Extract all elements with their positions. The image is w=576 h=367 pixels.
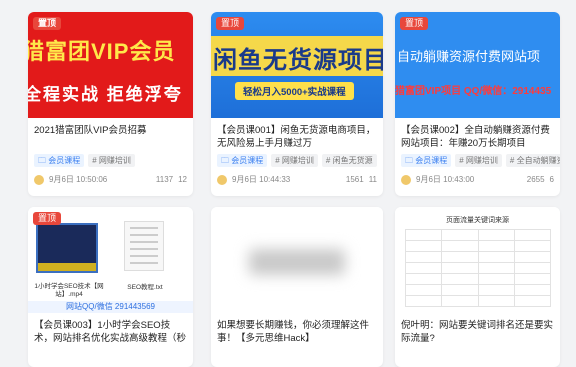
text-file-name: SEO教程.txt (127, 284, 163, 291)
article-title[interactable]: 【会员课001】闲鱼无货源电商项目，无风险易上手月赚过万 (211, 118, 383, 150)
table-title: 页面流量关键词来源 (446, 217, 509, 224)
pinned-badge: 置顶 (33, 212, 62, 225)
pinned-badge: 置顶 (216, 17, 245, 30)
article-title[interactable]: 【会员课003】1小时学会SEO技术，网站排名优化实战高级教程（秒杀市面... (28, 313, 193, 345)
tag-list: 🗀 会员课程 # 网赚培训 (28, 150, 193, 167)
folder-icon: 🗀 (405, 156, 416, 165)
tag[interactable]: # 闲鱼无货源 (321, 154, 377, 167)
article-meta: 9月6日 10:50:06 1137 12 (28, 167, 193, 185)
article-thumbnail[interactable]: 置顶 猎富团VIP会员 全程实战 拒绝浮夸 (28, 12, 193, 118)
article-card[interactable]: 如果想要长期赚钱，你必须理解这件事！【多元思维Hack】 (211, 207, 383, 367)
thumbnail-subline: 轻松月入5000+实战课程 (235, 82, 354, 100)
keyword-table (404, 229, 552, 307)
pinned-badge: 置顶 (400, 17, 429, 30)
post-date: 9月6日 10:44:33 (232, 175, 291, 184)
category-tag[interactable]: 🗀 会员课程 (401, 154, 452, 167)
article-card[interactable]: 置顶 1小时学会SEO技术【网站】.mp4 SEO教程.txt 网站QQ/微信 … (28, 207, 193, 367)
article-thumbnail[interactable]: 页面流量关键词来源 (395, 207, 560, 313)
category-tag[interactable]: 🗀 会员课程 (34, 154, 85, 167)
contact-banner: 网站QQ/微信 291443569 (28, 301, 193, 313)
thumbnail-headline: 自动躺赚资源付费网站项 (397, 49, 541, 64)
view-count: 1137 (155, 175, 174, 184)
article-thumbnail[interactable]: 置顶 1小时学会SEO技术【网站】.mp4 SEO教程.txt 网站QQ/微信 … (28, 207, 193, 313)
article-thumbnail[interactable] (211, 207, 383, 313)
view-count: 1561 (345, 175, 364, 184)
thumbnail-subline: 猎富团VIP项目 QQ/微信：2914435 (395, 86, 552, 97)
avatar[interactable] (34, 174, 44, 185)
tag[interactable]: # 网赚培训 (88, 154, 135, 167)
article-title[interactable]: 倪叶明：网站要关键词排名还是要实际流量? (395, 313, 560, 345)
article-title[interactable]: 如果想要长期赚钱，你必须理解这件事！【多元思维Hack】 (211, 313, 383, 345)
avatar[interactable] (401, 174, 411, 185)
pinned-badge: 置顶 (33, 17, 62, 30)
article-card[interactable]: 置顶 闲鱼无货源项目 轻松月入5000+实战课程 【会员课001】闲鱼无货源电商… (211, 12, 383, 196)
comment-count: 12 (178, 175, 187, 184)
thumbnail-headline: 闲鱼无货源项目 (213, 47, 383, 74)
post-date: 9月6日 10:50:06 (49, 175, 108, 184)
category-tag[interactable]: 🗀 会员课程 (217, 154, 268, 167)
folder-icon: 🗀 (221, 156, 232, 165)
tag-list: 🗀 会员课程 # 网赚培训 # 闲鱼无货源 (211, 150, 383, 167)
thumbnail-subline: 全程实战 拒绝浮夸 (28, 85, 183, 104)
article-meta: 9月6日 10:44:33 1561 11 (211, 167, 383, 185)
tag[interactable]: # 网赚培训 (455, 154, 502, 167)
text-file-icon (124, 221, 164, 271)
tag[interactable]: # 全自动躺赚资源 (505, 154, 560, 167)
article-meta: 9月6日 10:43:00 2655 6 (395, 167, 560, 185)
article-grid: 置顶 猎富团VIP会员 全程实战 拒绝浮夸 2021猎富团队VIP会员招募 🗀 … (0, 0, 576, 367)
article-card[interactable]: 置顶 自动躺赚资源付费网站项 猎富团VIP项目 QQ/微信：2914435 【会… (395, 12, 560, 196)
blurred-image (249, 249, 345, 275)
article-title[interactable]: 【会员课002】全自动躺赚资源付费网站项目：年赚20万长期项目 (395, 118, 560, 150)
article-thumbnail[interactable]: 置顶 自动躺赚资源付费网站项 猎富团VIP项目 QQ/微信：2914435 (395, 12, 560, 118)
comment-count: 11 (368, 175, 377, 184)
thumbnail-headline: 猎富团VIP会员 (28, 39, 176, 64)
video-file-name: 1小时学会SEO技术【网站】.mp4 (34, 283, 104, 298)
article-card[interactable]: 页面流量关键词来源 倪叶明：网站要关键词排名还是要实际流量? (395, 207, 560, 367)
tag[interactable]: # 网赚培训 (271, 154, 318, 167)
article-thumbnail[interactable]: 置顶 闲鱼无货源项目 轻松月入5000+实战课程 (211, 12, 383, 118)
article-title[interactable]: 2021猎富团队VIP会员招募 (28, 118, 193, 150)
view-count: 2655 (526, 175, 545, 184)
comment-count: 6 (549, 175, 554, 184)
folder-icon: 🗀 (38, 156, 49, 165)
post-date: 9月6日 10:43:00 (416, 175, 475, 184)
article-card[interactable]: 置顶 猎富团VIP会员 全程实战 拒绝浮夸 2021猎富团队VIP会员招募 🗀 … (28, 12, 193, 196)
avatar[interactable] (217, 174, 227, 185)
tag-list: 🗀 会员课程 # 网赚培训 # 全自动躺赚资源 (395, 150, 560, 167)
video-file-icon (36, 223, 98, 273)
